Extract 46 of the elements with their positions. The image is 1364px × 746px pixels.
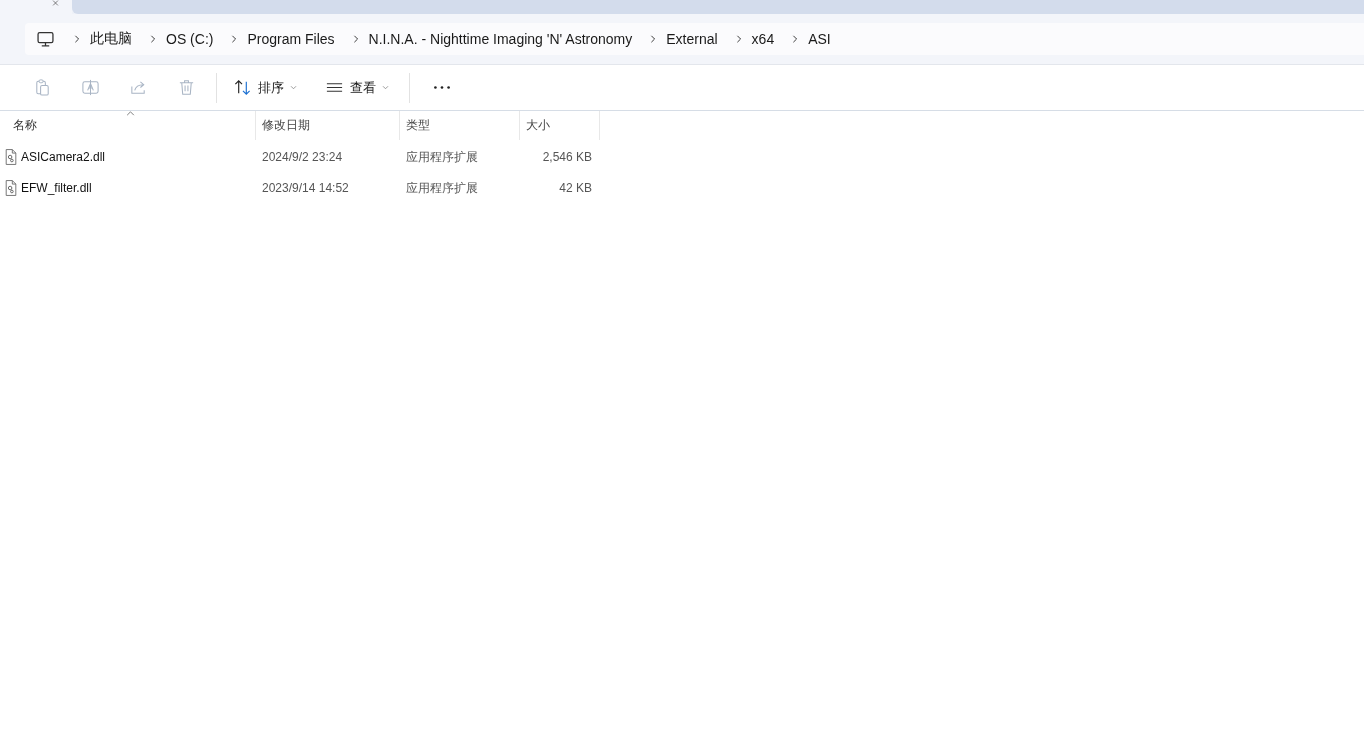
chevron-icon	[230, 34, 239, 44]
tab[interactable]	[0, 0, 72, 14]
address-bar[interactable]: 此电脑 OS (C:) Program Files N.I.N.A. - Nighttime Imaging 'N' Astronomy External x64 ASI	[25, 23, 1364, 55]
caret-icon	[382, 85, 389, 90]
chevron-icon	[149, 34, 157, 44]
column-header[interactable]: 大小	[520, 111, 600, 140]
chevron-icon	[351, 34, 360, 44]
sort-ascending-icon	[126, 111, 135, 116]
size-cell-text: 2,546 KB	[541, 150, 593, 164]
column-header[interactable]: 类型	[400, 111, 520, 140]
computer-icon	[37, 30, 54, 48]
caret-icon	[290, 85, 297, 90]
size-cell-text: 42 KB	[558, 181, 593, 195]
rename-icon	[80, 78, 100, 97]
column-header[interactable]: 名称	[0, 111, 256, 140]
breadcrumb-item[interactable]: OS (C:)	[166, 31, 214, 47]
file-row[interactable]: ASICamera2.dll 2024/9/2 23:24 应用程序扩展 2,546 KB	[0, 143, 600, 171]
menu-button[interactable]: 查看	[317, 70, 397, 105]
file-name: ASICamera2.dll	[21, 150, 106, 164]
chevron-icon	[791, 34, 800, 44]
menu-button[interactable]: 排序	[225, 70, 305, 105]
column-label: 大小	[526, 117, 550, 134]
breadcrumb-item[interactable]: 此电脑	[90, 30, 132, 48]
close-icon[interactable]	[51, 0, 60, 6]
file-name: EFW_filter.dll	[21, 181, 92, 195]
breadcrumb-item[interactable]: External	[666, 31, 718, 47]
breadcrumb-item[interactable]: N.I.N.A. - Nighttime Imaging 'N' Astronomy	[368, 31, 633, 47]
date-cell-text: 2023/9/14 14:52	[261, 181, 350, 195]
column-label: 名称	[13, 117, 37, 134]
breadcrumb-item[interactable]: x64	[751, 31, 775, 47]
chevron-icon	[649, 34, 658, 44]
file-icon	[4, 149, 18, 165]
file-icon	[4, 180, 18, 196]
column-header[interactable]: 修改日期	[256, 111, 400, 140]
sort-icon	[233, 78, 252, 97]
type-cell-text: 应用程序扩展	[405, 148, 479, 166]
breadcrumb-item[interactable]: ASI	[808, 31, 831, 47]
chevron-icon	[734, 34, 743, 44]
column-label: 修改日期	[262, 117, 310, 134]
column-label: 类型	[406, 117, 430, 134]
file-row[interactable]: EFW_filter.dll 2023/9/14 14:52 应用程序扩展 42 KB	[0, 174, 600, 202]
breadcrumb-item[interactable]: Program Files	[247, 31, 335, 47]
more-icon	[434, 86, 450, 89]
chevron-icon	[73, 34, 81, 44]
type-cell-text: 应用程序扩展	[405, 179, 479, 197]
date-cell-text: 2024/9/2 23:24	[261, 150, 344, 164]
